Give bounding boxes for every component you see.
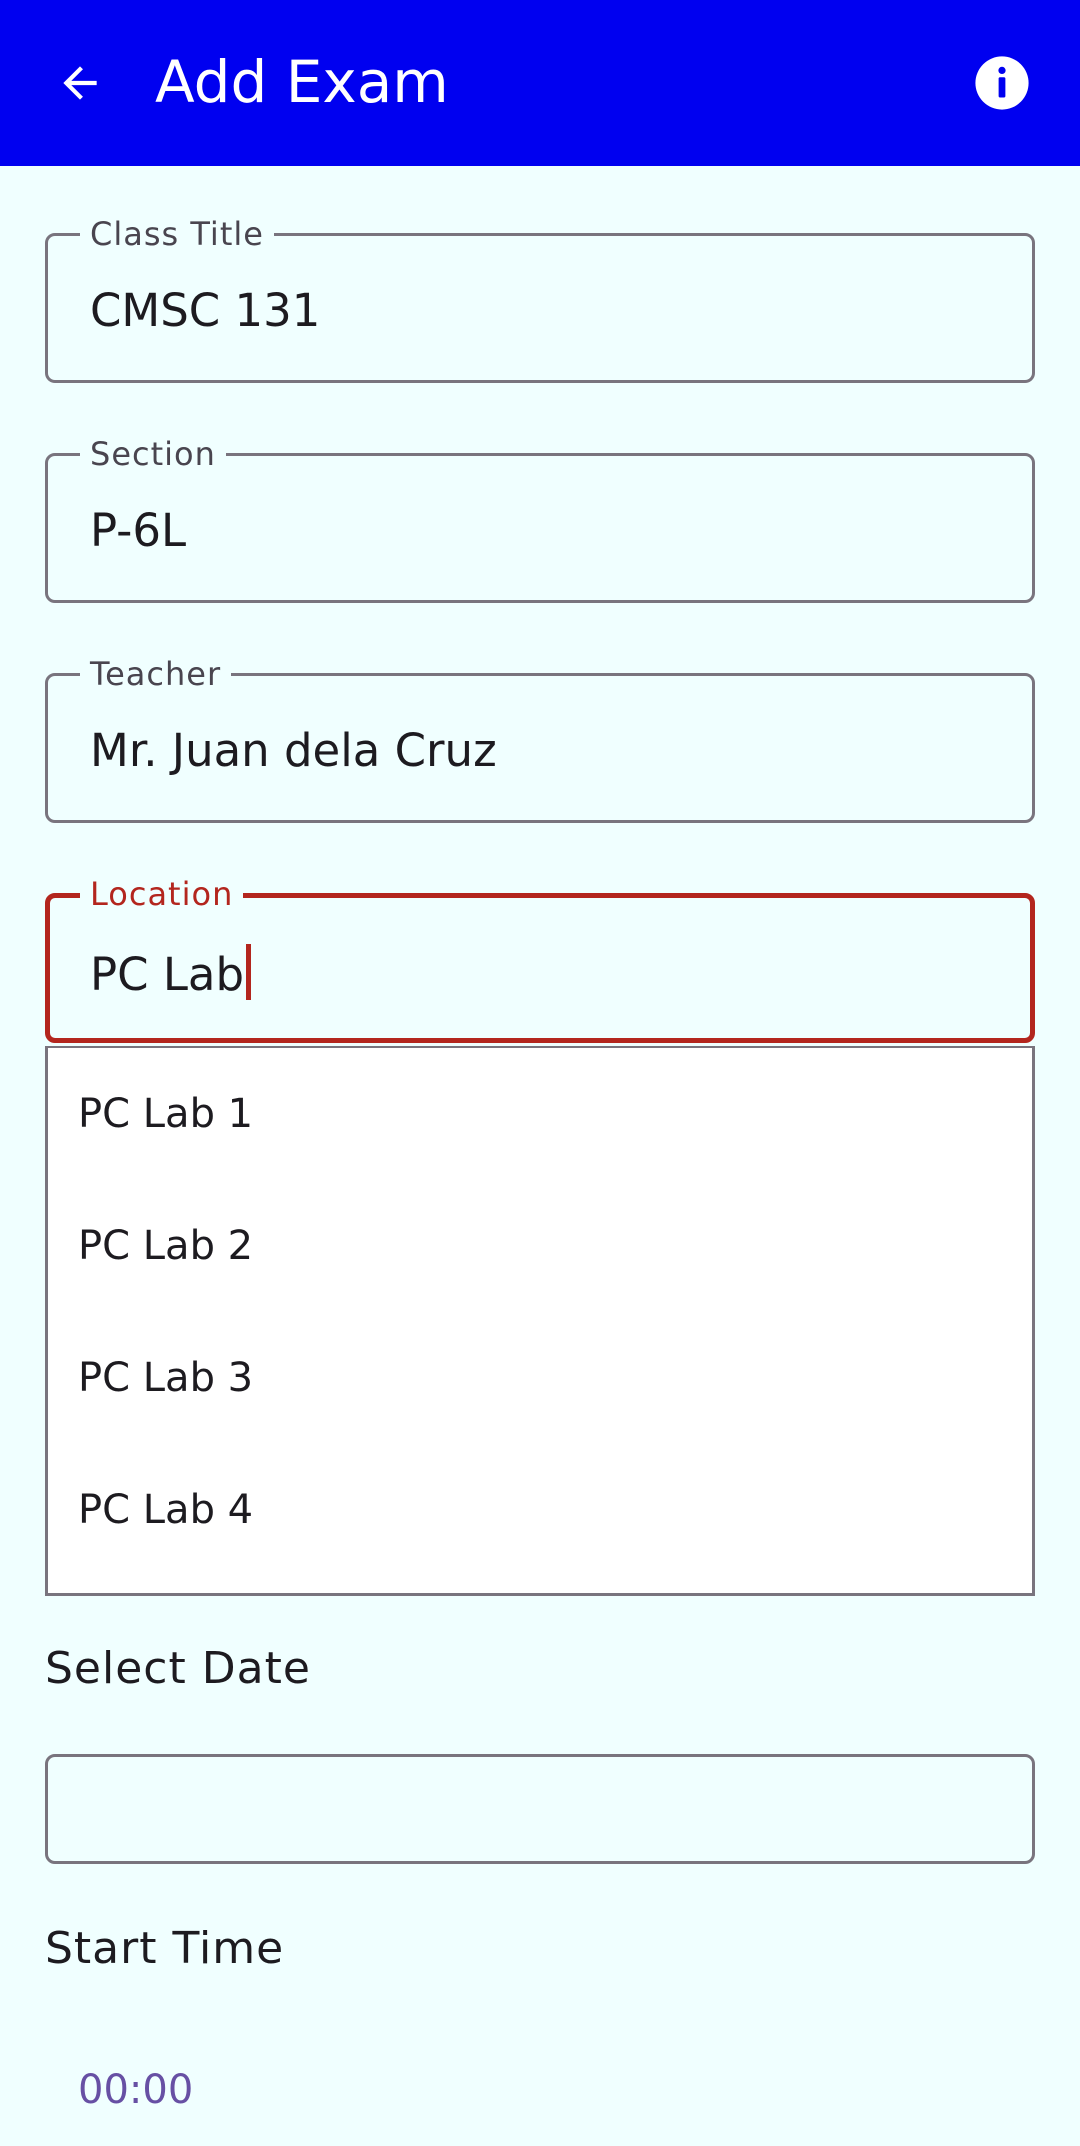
select-date-heading: Select Date <box>45 1643 311 1694</box>
location-suggestions-dropdown: PC Lab 1 PC Lab 2 PC Lab 3 PC Lab 4 <box>45 1046 1035 1596</box>
teacher-field[interactable]: Teacher Mr. Juan dela Cruz <box>45 656 1035 823</box>
teacher-label: Teacher <box>80 656 232 692</box>
back-button[interactable] <box>40 43 120 123</box>
section-value: P-6L <box>90 504 187 557</box>
info-button[interactable] <box>962 43 1042 123</box>
text-cursor <box>246 944 252 1000</box>
teacher-value: Mr. Juan dela Cruz <box>90 724 497 777</box>
page-title: Add Exam <box>155 48 449 116</box>
suggestion-option[interactable]: PC Lab 2 <box>48 1180 1032 1312</box>
location-label: Location <box>80 876 244 912</box>
section-label: Section <box>80 436 226 472</box>
suggestion-option[interactable]: PC Lab 1 <box>48 1048 1032 1180</box>
suggestion-option[interactable]: PC Lab 4 <box>48 1444 1032 1576</box>
location-field[interactable]: Location PC Lab <box>45 876 1035 1043</box>
info-circle-icon <box>975 56 1029 110</box>
arrow-left-icon <box>63 66 97 100</box>
start-time-button[interactable]: 00:00 <box>58 2060 213 2120</box>
section-field[interactable]: Section P-6L <box>45 436 1035 603</box>
class-title-label: Class Title <box>80 216 274 252</box>
app-bar: Add Exam <box>0 0 1080 166</box>
location-value: PC Lab <box>90 944 252 1002</box>
class-title-value: CMSC 131 <box>90 284 321 337</box>
suggestion-option[interactable]: PC Lab 3 <box>48 1312 1032 1444</box>
date-input[interactable] <box>45 1754 1035 1864</box>
class-title-field[interactable]: Class Title CMSC 131 <box>45 216 1035 383</box>
start-time-heading: Start Time <box>45 1923 285 1974</box>
location-value-text: PC Lab <box>90 948 245 1001</box>
